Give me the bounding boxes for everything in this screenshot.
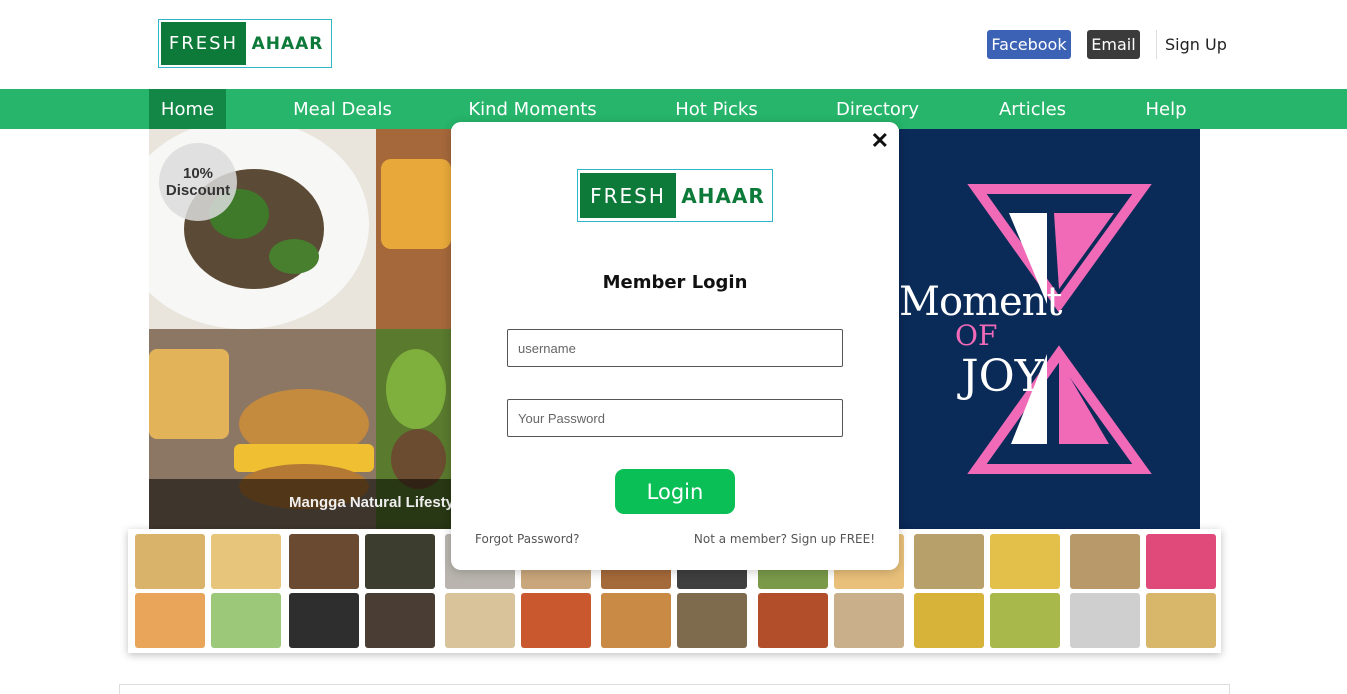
discount-percent: 10%	[182, 165, 214, 182]
modal-title: Member Login	[602, 272, 748, 293]
modal-logo: FRESH AHAAR	[577, 169, 773, 222]
login-button[interactable]: Login	[615, 469, 735, 514]
thumbnail[interactable]	[135, 534, 281, 648]
discount-badge: 10% Discount	[159, 143, 237, 221]
password-input[interactable]	[507, 399, 843, 437]
thumbnail[interactable]	[1070, 534, 1216, 648]
email-button[interactable]: Email	[1087, 30, 1140, 59]
site-logo[interactable]: FRESH AHAAR	[158, 19, 332, 68]
hero-caption[interactable]: Mangga Natural Lifestyl	[289, 494, 458, 511]
close-icon[interactable]: ✕	[871, 128, 889, 154]
nav-home[interactable]: Home	[149, 89, 226, 129]
banner-joy-text: JOY	[961, 351, 1044, 402]
logo-ahaar: AHAAR	[251, 33, 324, 54]
nav-articles[interactable]: Articles	[990, 89, 1075, 129]
moment-of-joy-banner[interactable]: Moment OF JOY	[899, 129, 1200, 529]
sign-up-link[interactable]: Sign Up	[1165, 35, 1227, 54]
fries-photo	[376, 129, 451, 329]
banner-of-text: OF	[955, 319, 998, 352]
nav-help[interactable]: Help	[1135, 89, 1197, 129]
thumbnail[interactable]	[289, 534, 435, 648]
facebook-button[interactable]: Facebook	[987, 30, 1071, 59]
hourglass-graphic	[967, 184, 1152, 474]
modal-logo-fresh: FRESH	[580, 173, 676, 218]
header-divider	[1156, 30, 1157, 59]
modal-logo-ahaar: AHAAR	[681, 183, 765, 208]
thumbnail[interactable]	[914, 534, 1060, 648]
discount-label: Discount	[165, 182, 231, 199]
signup-free-link[interactable]: Not a member? Sign up FREE!	[694, 532, 875, 546]
content-panel	[119, 684, 1230, 694]
logo-fresh: FRESH	[161, 22, 246, 65]
forgot-password-link[interactable]: Forgot Password?	[475, 532, 579, 546]
username-input[interactable]	[507, 329, 843, 367]
nav-meal-deals[interactable]: Meal Deals	[280, 89, 405, 129]
login-modal: ✕ FRESH AHAAR Member Login Login Forgot …	[451, 122, 899, 570]
